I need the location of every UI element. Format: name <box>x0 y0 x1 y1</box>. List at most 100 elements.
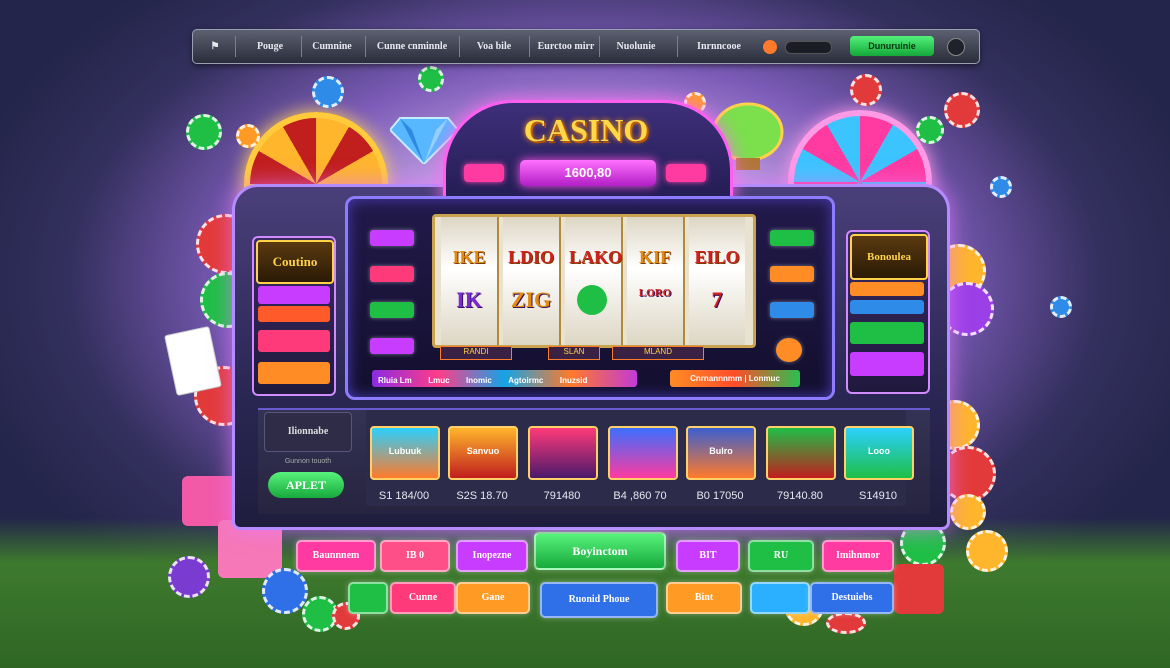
bet-strip-item[interactable]: Inuzsid <box>554 373 594 388</box>
primary-action-button[interactable]: Boyinctom <box>534 532 666 570</box>
game-thumbnail[interactable]: Lubuuk <box>370 426 440 480</box>
game-price: B0 17050 <box>696 490 744 502</box>
action-button[interactable]: Gane <box>456 582 530 614</box>
info-strip[interactable]: Cnrnannnmm | Lonmuc <box>670 370 800 387</box>
nav-item-7[interactable]: Inrnncooe <box>683 30 755 63</box>
home-icon[interactable]: ⚑ <box>205 30 225 63</box>
side-tag <box>258 330 330 352</box>
action-button[interactable]: Ruonid Phoue <box>540 582 658 618</box>
side-tag <box>850 300 924 314</box>
reel: IKE IK <box>441 217 499 345</box>
bet-strip-item[interactable]: Rluia Lm <box>372 373 418 388</box>
jackpot-display: 1600,80 <box>520 160 656 186</box>
side-tag <box>258 362 330 384</box>
reel-symbol: EILO <box>694 247 740 267</box>
action-button[interactable]: IB 0 <box>380 540 450 572</box>
action-button[interactable] <box>750 582 810 614</box>
chip-stack <box>966 530 1008 572</box>
reel-symbol: KIF <box>638 247 671 267</box>
reel-symbol: IKE <box>452 247 486 267</box>
bet-strip-item[interactable]: Lmuc <box>422 373 455 388</box>
chip-stack <box>950 494 986 530</box>
nav-divider <box>235 36 236 57</box>
chip-icon <box>236 124 260 148</box>
chip-icon <box>418 66 444 92</box>
action-button[interactable]: Inopezne <box>456 540 528 572</box>
game-thumbnail[interactable] <box>608 426 678 480</box>
game-thumbnail[interactable]: Sanvuo <box>448 426 518 480</box>
action-button[interactable] <box>348 582 388 614</box>
side-tag <box>258 286 330 304</box>
chip-icon <box>990 176 1012 198</box>
action-button[interactable]: Baunnnem <box>296 540 376 572</box>
apply-button[interactable]: APLET <box>268 472 344 498</box>
header-pill-right <box>666 164 706 182</box>
promo-title: Ilionnabe <box>264 412 352 452</box>
action-button[interactable]: Destuiebs <box>810 582 894 614</box>
bet-strip-item[interactable]: Agtoirmc <box>502 373 549 388</box>
chip-stack <box>168 556 210 598</box>
toggle-switch[interactable] <box>785 41 832 54</box>
nav-divider <box>677 36 678 57</box>
reel: LDIO ZIG <box>503 217 561 345</box>
nav-cta-button[interactable]: Dunuruinie <box>850 36 934 56</box>
reel-symbol: 7 <box>711 287 723 312</box>
right-mini-button[interactable] <box>770 302 814 318</box>
toggle-knob[interactable] <box>763 40 777 54</box>
game-thumbnail[interactable] <box>766 426 836 480</box>
nav-item-6[interactable]: Nuolunie <box>603 30 669 63</box>
game-thumb-label: Bulro <box>709 446 733 456</box>
user-menu-icon[interactable] <box>947 38 965 56</box>
right-logo: Bonoulea <box>850 234 928 280</box>
side-tag <box>850 282 924 296</box>
game-price: S2S 18.70 <box>456 490 508 502</box>
reel-symbol: LAKO <box>569 247 623 267</box>
nav-divider <box>529 36 530 57</box>
chip-stack <box>826 612 866 634</box>
chip-icon <box>916 116 944 144</box>
left-mini-button[interactable] <box>370 338 414 354</box>
reel: KIF LORO <box>627 217 685 345</box>
game-thumb-label: Looo <box>868 446 890 456</box>
reel-symbol: ZIG <box>510 287 552 312</box>
chip-icon <box>944 92 980 128</box>
game-thumb-label: Sanvuo <box>466 446 500 456</box>
nav-item-3[interactable]: Cunne cnminnle <box>371 30 453 63</box>
reel-symbol: LDIO <box>507 247 554 267</box>
chip-icon <box>312 76 344 108</box>
reel-window: IKE IK LDIO ZIG LAKO KIF LORO EILO 7 <box>432 214 756 348</box>
header-pill-left <box>464 164 504 182</box>
chip-icon <box>1050 296 1072 318</box>
right-mini-button[interactable] <box>770 266 814 282</box>
action-button[interactable]: Imihnmor <box>822 540 894 572</box>
right-mini-button[interactable] <box>776 338 802 362</box>
nav-divider <box>599 36 600 57</box>
left-mini-button[interactable] <box>370 266 414 282</box>
playing-card <box>164 325 222 397</box>
game-thumbnail[interactable]: Looo <box>844 426 914 480</box>
right-mini-button[interactable] <box>770 230 814 246</box>
nav-divider <box>459 36 460 57</box>
nav-item-5[interactable]: Eurctoo mirr <box>533 30 599 63</box>
nav-divider <box>365 36 366 57</box>
nav-item-4[interactable]: Voa bile <box>463 30 525 63</box>
action-button[interactable]: Cunne <box>390 582 456 614</box>
nav-item-2[interactable]: Cumnine <box>307 30 357 63</box>
chip-stack <box>262 568 308 614</box>
game-thumbnail[interactable] <box>528 426 598 480</box>
game-thumbnail[interactable]: Bulro <box>686 426 756 480</box>
bet-strip-item[interactable]: Inomic <box>460 373 498 388</box>
action-button[interactable]: BIT <box>676 540 740 572</box>
bet-strip[interactable]: Rluia Lm Lmuc Inomic Agtoirmc Inuzsid <box>372 370 637 387</box>
game-price: B4 ,860 70 <box>613 490 667 502</box>
left-mini-button[interactable] <box>370 230 414 246</box>
game-price: 79140.80 <box>777 490 823 502</box>
side-tag <box>258 306 330 322</box>
action-button[interactable]: Bint <box>666 582 742 614</box>
left-mini-button[interactable] <box>370 302 414 318</box>
nav-item-1[interactable]: Pouge <box>245 30 295 63</box>
game-price: S14910 <box>859 490 897 502</box>
chip-icon <box>850 74 882 106</box>
dice-icon <box>894 564 944 614</box>
action-button[interactable]: RU <box>748 540 814 572</box>
